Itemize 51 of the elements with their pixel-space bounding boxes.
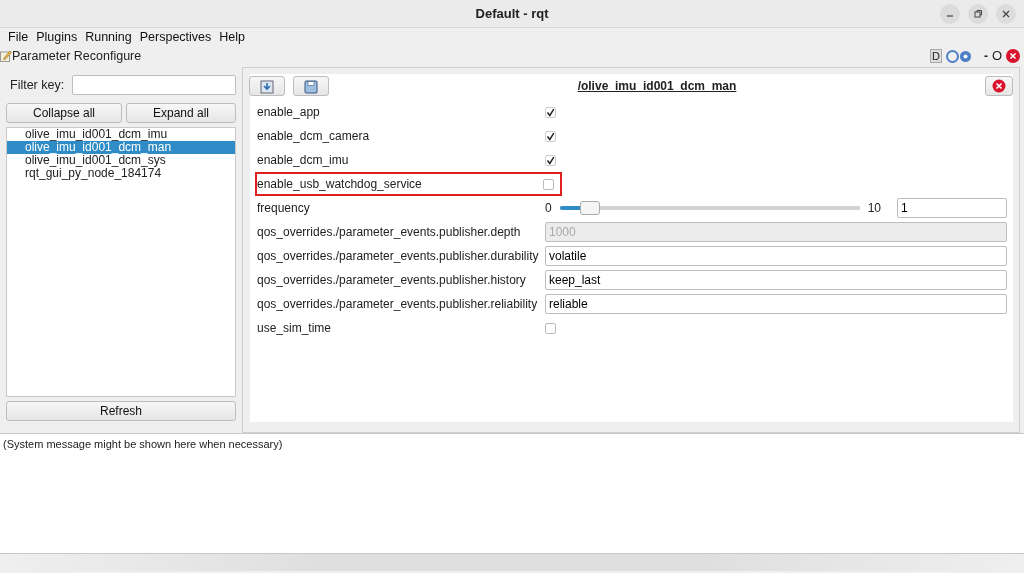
- param-checkbox[interactable]: [545, 130, 556, 142]
- menu-item[interactable]: File: [4, 28, 33, 47]
- tree-button[interactable]: Collapse all: [6, 103, 122, 123]
- window-title: Default - rqt: [475, 5, 549, 23]
- slider-thumb[interactable]: [579, 201, 600, 215]
- node-item[interactable]: rqt_gui_py_node_184174: [7, 167, 235, 180]
- restore-button[interactable]: O: [991, 46, 1002, 66]
- slider-max: 10: [867, 200, 881, 217]
- node-title: /olive_imu_id001_dcm_man: [577, 79, 737, 93]
- close-icon[interactable]: [1006, 49, 1020, 63]
- filter-field[interactable]: [72, 75, 236, 95]
- menu-item[interactable]: Running: [81, 28, 136, 47]
- param-field[interactable]: reliable: [545, 294, 1007, 314]
- param-name: enable_usb_watchdog_service: [256, 176, 423, 193]
- close-icon[interactable]: [985, 76, 1013, 96]
- minimize-icon[interactable]: [940, 4, 960, 24]
- node-item[interactable]: olive_imu_id001_dcm_man: [7, 141, 235, 154]
- param-checkbox[interactable]: [545, 322, 556, 334]
- close-icon[interactable]: [996, 4, 1016, 24]
- save-icon[interactable]: [293, 76, 329, 96]
- param-field[interactable]: 1: [897, 198, 1007, 218]
- load-icon[interactable]: [249, 76, 285, 96]
- param-name: enable_app: [256, 104, 321, 121]
- param-name: frequency: [256, 200, 311, 217]
- node-item[interactable]: olive_imu_id001_dcm_imu: [7, 128, 235, 141]
- dock-title: Parameter Reconfigure: [12, 47, 142, 65]
- param-name: qos_overrides./parameter_events.publisher.depth: [256, 224, 522, 241]
- dock-button[interactable]: D: [929, 49, 942, 63]
- restore-icon[interactable]: [968, 4, 988, 24]
- status-message: (System message might be shown here when necessary): [2, 437, 284, 452]
- edit-icon: [0, 50, 12, 62]
- param-checkbox[interactable]: [545, 106, 556, 118]
- tree-button[interactable]: Expand all: [126, 103, 236, 123]
- float-button[interactable]: -: [983, 47, 988, 65]
- menu-item[interactable]: Help: [215, 28, 249, 47]
- slider-min: 0: [545, 200, 552, 217]
- param-checkbox[interactable]: [545, 154, 556, 166]
- param-name: qos_overrides./parameter_events.publisher.reliability: [256, 296, 539, 313]
- param-name: qos_overrides./parameter_events.publisher.durability: [256, 248, 540, 265]
- param-name: enable_dcm_camera: [256, 128, 371, 145]
- menu-item[interactable]: Plugins: [32, 28, 82, 47]
- param-field[interactable]: volatile: [545, 246, 1007, 266]
- filter-label: Filter key:: [9, 76, 65, 94]
- param-checkbox[interactable]: [543, 178, 554, 190]
- menu-item[interactable]: Perspectives: [135, 28, 216, 47]
- param-name: enable_dcm_imu: [256, 152, 350, 169]
- param-name: use_sim_time: [256, 320, 333, 337]
- refresh-button[interactable]: Refresh: [6, 401, 236, 421]
- param-field[interactable]: keep_last: [545, 270, 1007, 290]
- node-item[interactable]: olive_imu_id001_dcm_sys: [7, 154, 235, 167]
- param-name: qos_overrides./parameter_events.publisher.history: [256, 272, 527, 289]
